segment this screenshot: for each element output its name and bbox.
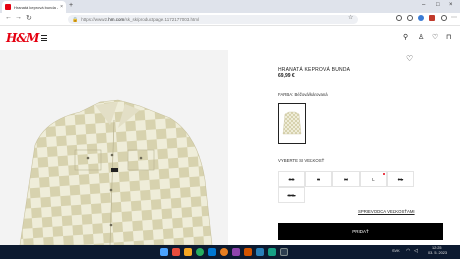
maximize-button[interactable]: □: [436, 2, 440, 8]
minimize-button[interactable]: –: [422, 2, 425, 8]
wifi-icon[interactable]: ◠: [406, 248, 410, 254]
jacket-image: [19, 99, 213, 245]
taskbar-time[interactable]: 12:25: [432, 246, 442, 250]
forward-icon[interactable]: →: [15, 14, 22, 21]
taskbar-app-teal-icon[interactable]: [268, 248, 276, 256]
tab-active[interactable]: Hranatá keprová bunda - Béžo ×: [2, 1, 66, 13]
taskbar-app-dark-icon[interactable]: [280, 248, 288, 256]
size-option-xxl[interactable]: XXL: [278, 187, 305, 203]
profile-icon[interactable]: [396, 15, 402, 21]
size-guide-link[interactable]: SPRIEVODCA VEĽKOSŤAMI: [358, 209, 415, 214]
taskbar-app-blue-icon[interactable]: [256, 248, 264, 256]
hm-logo[interactable]: H&M: [6, 31, 39, 45]
search-icon[interactable]: ⚲: [403, 33, 408, 41]
site-header: [0, 27, 460, 49]
hm-favicon-icon: [5, 4, 11, 10]
jacket-thumbnail: [282, 111, 302, 135]
taskbar-language[interactable]: SVK: [392, 249, 400, 253]
volume-icon[interactable]: ◁: [414, 248, 418, 254]
color-swatch-thumbnail[interactable]: [278, 103, 306, 144]
taskbar-app-purple-icon[interactable]: [232, 248, 240, 256]
size-option-s[interactable]: S: [305, 171, 332, 187]
menu-dots-icon[interactable]: ⋯: [451, 14, 457, 21]
low-stock-dot: [383, 173, 385, 175]
size-option-xs[interactable]: XS: [278, 171, 305, 187]
extension-red-icon[interactable]: [429, 15, 435, 21]
back-icon[interactable]: ←: [5, 14, 12, 21]
taskbar-app-orange-icon[interactable]: [244, 248, 252, 256]
add-to-favorites-heart-icon[interactable]: ♡: [406, 54, 413, 63]
sync-icon[interactable]: [407, 15, 413, 21]
browser-toolbar: ← → ↻ 🔒 https://www2.hm.com/sk_sk/produc…: [0, 13, 460, 26]
bookmark-star-icon[interactable]: ☆: [348, 14, 353, 21]
add-to-cart-button[interactable]: PRIDAŤ: [278, 223, 443, 240]
file-explorer-icon[interactable]: [184, 248, 192, 256]
chrome-icon[interactable]: [196, 248, 204, 256]
tab-title: Hranatá keprová bunda - Béžo: [14, 4, 58, 10]
browser-tabstrip: Hranatá keprová bunda - Béžo × + – □ ×: [0, 0, 460, 13]
new-tab-button[interactable]: +: [69, 2, 73, 9]
lock-icon: 🔒: [72, 16, 79, 23]
close-tab-icon[interactable]: ×: [60, 4, 63, 10]
firefox-icon[interactable]: [220, 248, 228, 256]
url-text: https://www2.hm.com/sk_sk/productpage.11…: [81, 17, 199, 22]
close-window-button[interactable]: ×: [449, 2, 453, 8]
shopping-bag-icon[interactable]: ⊓: [446, 33, 451, 41]
taskbar-date[interactable]: 03. 5. 2023: [428, 251, 447, 255]
account-user-icon[interactable]: ♙: [418, 33, 424, 41]
hamburger-menu-icon[interactable]: [41, 35, 47, 43]
favorites-heart-icon[interactable]: ♡: [432, 33, 438, 41]
taskbar-app-icon[interactable]: [172, 248, 180, 256]
size-option-m[interactable]: M: [332, 171, 360, 187]
product-price: 69,99 €: [278, 73, 295, 79]
product-image[interactable]: [0, 50, 228, 245]
address-bar[interactable]: 🔒 https://www2.hm.com/sk_sk/productpage.…: [68, 15, 358, 24]
color-label: FARBA: Béžová/károvaná: [278, 92, 328, 97]
extension-icon[interactable]: [418, 15, 424, 21]
start-windows-icon[interactable]: [160, 248, 168, 256]
size-option-xl[interactable]: XL: [387, 171, 414, 187]
edge-icon[interactable]: [208, 248, 216, 256]
account-icon[interactable]: [441, 15, 447, 21]
reload-icon[interactable]: ↻: [26, 14, 32, 22]
size-heading: VYBERTE SI VEĽKOSŤ: [278, 158, 325, 163]
os-taskbar: [0, 245, 460, 259]
